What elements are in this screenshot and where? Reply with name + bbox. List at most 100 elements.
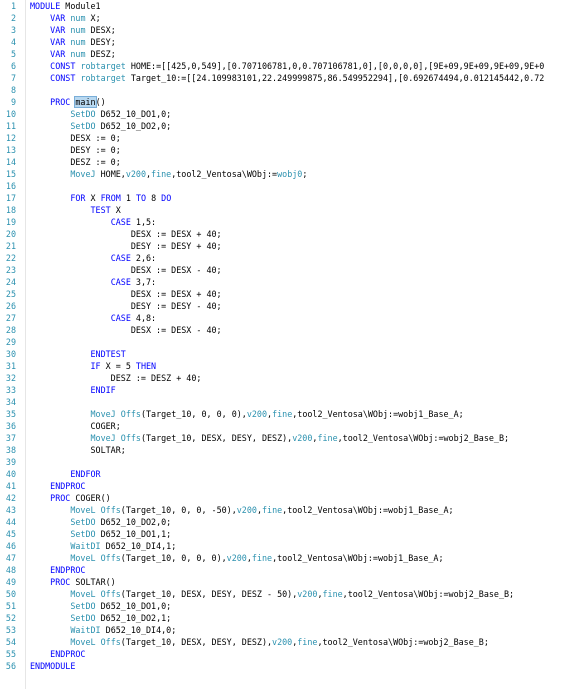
- code-text[interactable]: VAR num X;: [30, 12, 100, 24]
- code-text[interactable]: DESZ := 0;: [30, 156, 120, 168]
- code-line[interactable]: 54 MoveL Offs(Target_10, DESX, DESY, DES…: [0, 636, 562, 648]
- code-text[interactable]: ENDFOR: [30, 468, 100, 480]
- code-line[interactable]: 25 DESX := DESX + 40;: [0, 288, 562, 300]
- code-line[interactable]: 47 MoveL Offs(Target_10, 0, 0, 0),v200,f…: [0, 552, 562, 564]
- code-line[interactable]: 39: [0, 456, 562, 468]
- code-line[interactable]: 48 ENDPROC: [0, 564, 562, 576]
- code-line[interactable]: 55 ENDPROC: [0, 648, 562, 660]
- code-text[interactable]: CONST robtarget Target_10:=[[24.10998310…: [30, 72, 544, 84]
- code-line[interactable]: 13 DESY := 0;: [0, 144, 562, 156]
- code-line[interactable]: 28 DESX := DESX - 40;: [0, 324, 562, 336]
- code-text[interactable]: IF X = 5 THEN: [30, 360, 157, 372]
- code-line[interactable]: 38 SOLTAR;: [0, 444, 562, 456]
- code-text[interactable]: PROC SOLTAR(): [30, 576, 116, 588]
- code-line[interactable]: 18 TEST X: [0, 204, 562, 216]
- code-text[interactable]: SetDO D652_10_DO2,1;: [30, 612, 171, 624]
- code-text[interactable]: MoveJ Offs(Target_10, 0, 0, 0),v200,fine…: [30, 408, 464, 420]
- code-text[interactable]: MoveL Offs(Target_10, DESX, DESY, DESZ),…: [30, 636, 489, 648]
- code-text[interactable]: SetDO D652_10_DO2,0;: [30, 516, 171, 528]
- code-line[interactable]: 9 PROC main(): [0, 96, 562, 108]
- code-line[interactable]: 5 VAR num DESZ;: [0, 48, 562, 60]
- code-text[interactable]: DESY := DESY - 40;: [30, 300, 222, 312]
- code-text[interactable]: ENDPROC: [30, 564, 85, 576]
- code-text[interactable]: VAR num DESX;: [30, 24, 116, 36]
- code-line[interactable]: 26 DESY := DESY - 40;: [0, 300, 562, 312]
- code-line[interactable]: 3 VAR num DESX;: [0, 24, 562, 36]
- code-text[interactable]: ENDIF: [30, 384, 116, 396]
- code-editor[interactable]: 1 MODULE Module1 2 VAR num X; 3 VAR num DES…: [0, 0, 562, 689]
- code-line[interactable]: 45 SetDO D652_10_DO1,1;: [0, 528, 562, 540]
- code-text[interactable]: MoveL Offs(Target_10, DESX, DESY, DESZ -…: [30, 588, 514, 600]
- code-text[interactable]: SOLTAR;: [30, 444, 126, 456]
- code-text[interactable]: DESX := DESX - 40;: [30, 264, 222, 276]
- code-text[interactable]: CASE 3,7:: [30, 276, 156, 288]
- code-text[interactable]: COGER;: [30, 420, 121, 432]
- code-text[interactable]: CASE 4,8:: [30, 312, 156, 324]
- code-line[interactable]: 37 MoveJ Offs(Target_10, DESX, DESY, DES…: [0, 432, 562, 444]
- code-text[interactable]: DESX := DESX - 40;: [30, 324, 222, 336]
- code-line[interactable]: 29: [0, 336, 562, 348]
- code-text[interactable]: SetDO D652_10_DO2,0;: [30, 120, 171, 132]
- code-line[interactable]: 46 WaitDI D652_10_DI4,1;: [0, 540, 562, 552]
- code-line[interactable]: 11 SetDO D652_10_DO2,0;: [0, 120, 562, 132]
- code-text[interactable]: DESX := 0;: [30, 132, 120, 144]
- code-line[interactable]: 22 CASE 2,6:: [0, 252, 562, 264]
- code-line[interactable]: 33 ENDIF: [0, 384, 562, 396]
- code-line[interactable]: 49 PROC SOLTAR(): [0, 576, 562, 588]
- code-line[interactable]: 56 ENDMODULE: [0, 660, 562, 672]
- code-text[interactable]: DESX := DESX + 40;: [30, 228, 222, 240]
- code-text[interactable]: ENDTEST: [30, 348, 126, 360]
- code-text[interactable]: WaitDI D652_10_DI4,1;: [30, 540, 176, 552]
- code-line[interactable]: 7 CONST robtarget Target_10:=[[24.109983…: [0, 72, 562, 84]
- code-text[interactable]: MoveL Offs(Target_10, 0, 0, 0),v200,fine…: [30, 552, 443, 564]
- code-text[interactable]: CASE 2,6:: [30, 252, 156, 264]
- code-text[interactable]: CASE 1,5:: [30, 216, 156, 228]
- code-text[interactable]: VAR num DESZ;: [30, 48, 116, 60]
- code-text[interactable]: MoveJ Offs(Target_10, DESX, DESY, DESZ),…: [30, 432, 510, 444]
- code-text[interactable]: SetDO D652_10_DO1,1;: [30, 528, 171, 540]
- code-text[interactable]: FOR X FROM 1 TO 8 DO: [30, 192, 171, 204]
- code-line[interactable]: 40 ENDFOR: [0, 468, 562, 480]
- code-line[interactable]: 42 PROC COGER(): [0, 492, 562, 504]
- code-line[interactable]: 31 IF X = 5 THEN: [0, 360, 562, 372]
- code-line[interactable]: 12 DESX := 0;: [0, 132, 562, 144]
- code-text[interactable]: CONST robtarget HOME:=[[425,0,549],[0.70…: [30, 60, 544, 72]
- code-line[interactable]: 15 MoveJ HOME,v200,fine,tool2_Ventosa\WO…: [0, 168, 562, 180]
- code-text[interactable]: PROC main(): [30, 96, 106, 108]
- code-line[interactable]: 1 MODULE Module1: [0, 0, 562, 12]
- code-line[interactable]: 50 MoveL Offs(Target_10, DESX, DESY, DES…: [0, 588, 562, 600]
- code-line[interactable]: 24 CASE 3,7:: [0, 276, 562, 288]
- code-text[interactable]: MoveL Offs(Target_10, 0, 0, -50),v200,fi…: [30, 504, 453, 516]
- code-line[interactable]: 41 ENDPROC: [0, 480, 562, 492]
- code-line[interactable]: 14 DESZ := 0;: [0, 156, 562, 168]
- code-text[interactable]: MoveJ HOME,v200,fine,tool2_Ventosa\WObj:…: [30, 168, 307, 180]
- code-line[interactable]: 10 SetDO D652_10_DO1,0;: [0, 108, 562, 120]
- code-text[interactable]: DESY := 0;: [30, 144, 120, 156]
- code-line[interactable]: 32 DESZ := DESZ + 40;: [0, 372, 562, 384]
- code-line[interactable]: 27 CASE 4,8:: [0, 312, 562, 324]
- code-line[interactable]: 2 VAR num X;: [0, 12, 562, 24]
- code-line[interactable]: 52 SetDO D652_10_DO2,1;: [0, 612, 562, 624]
- code-line[interactable]: 4 VAR num DESY;: [0, 36, 562, 48]
- code-text[interactable]: WaitDI D652_10_DI4,0;: [30, 624, 176, 636]
- code-line[interactable]: 53 WaitDI D652_10_DI4,0;: [0, 624, 562, 636]
- code-text[interactable]: ENDMODULE: [30, 660, 75, 672]
- code-line[interactable]: 20 DESX := DESX + 40;: [0, 228, 562, 240]
- code-line[interactable]: 36 COGER;: [0, 420, 562, 432]
- code-text[interactable]: MODULE Module1: [30, 0, 101, 12]
- code-text[interactable]: ENDPROC: [30, 648, 85, 660]
- code-line[interactable]: 51 SetDO D652_10_DO1,0;: [0, 600, 562, 612]
- code-line[interactable]: 21 DESY := DESY + 40;: [0, 240, 562, 252]
- code-line[interactable]: 19 CASE 1,5:: [0, 216, 562, 228]
- code-text[interactable]: PROC COGER(): [30, 492, 111, 504]
- code-line[interactable]: 16: [0, 180, 562, 192]
- code-text[interactable]: DESY := DESY + 40;: [30, 240, 222, 252]
- code-line[interactable]: 35 MoveJ Offs(Target_10, 0, 0, 0),v200,f…: [0, 408, 562, 420]
- code-line[interactable]: 43 MoveL Offs(Target_10, 0, 0, -50),v200…: [0, 504, 562, 516]
- code-line[interactable]: 6 CONST robtarget HOME:=[[425,0,549],[0.…: [0, 60, 562, 72]
- code-line[interactable]: 23 DESX := DESX - 40;: [0, 264, 562, 276]
- code-line[interactable]: 17 FOR X FROM 1 TO 8 DO: [0, 192, 562, 204]
- code-line[interactable]: 8: [0, 84, 562, 96]
- code-text[interactable]: DESZ := DESZ + 40;: [30, 372, 202, 384]
- code-text[interactable]: TEST X: [30, 204, 121, 216]
